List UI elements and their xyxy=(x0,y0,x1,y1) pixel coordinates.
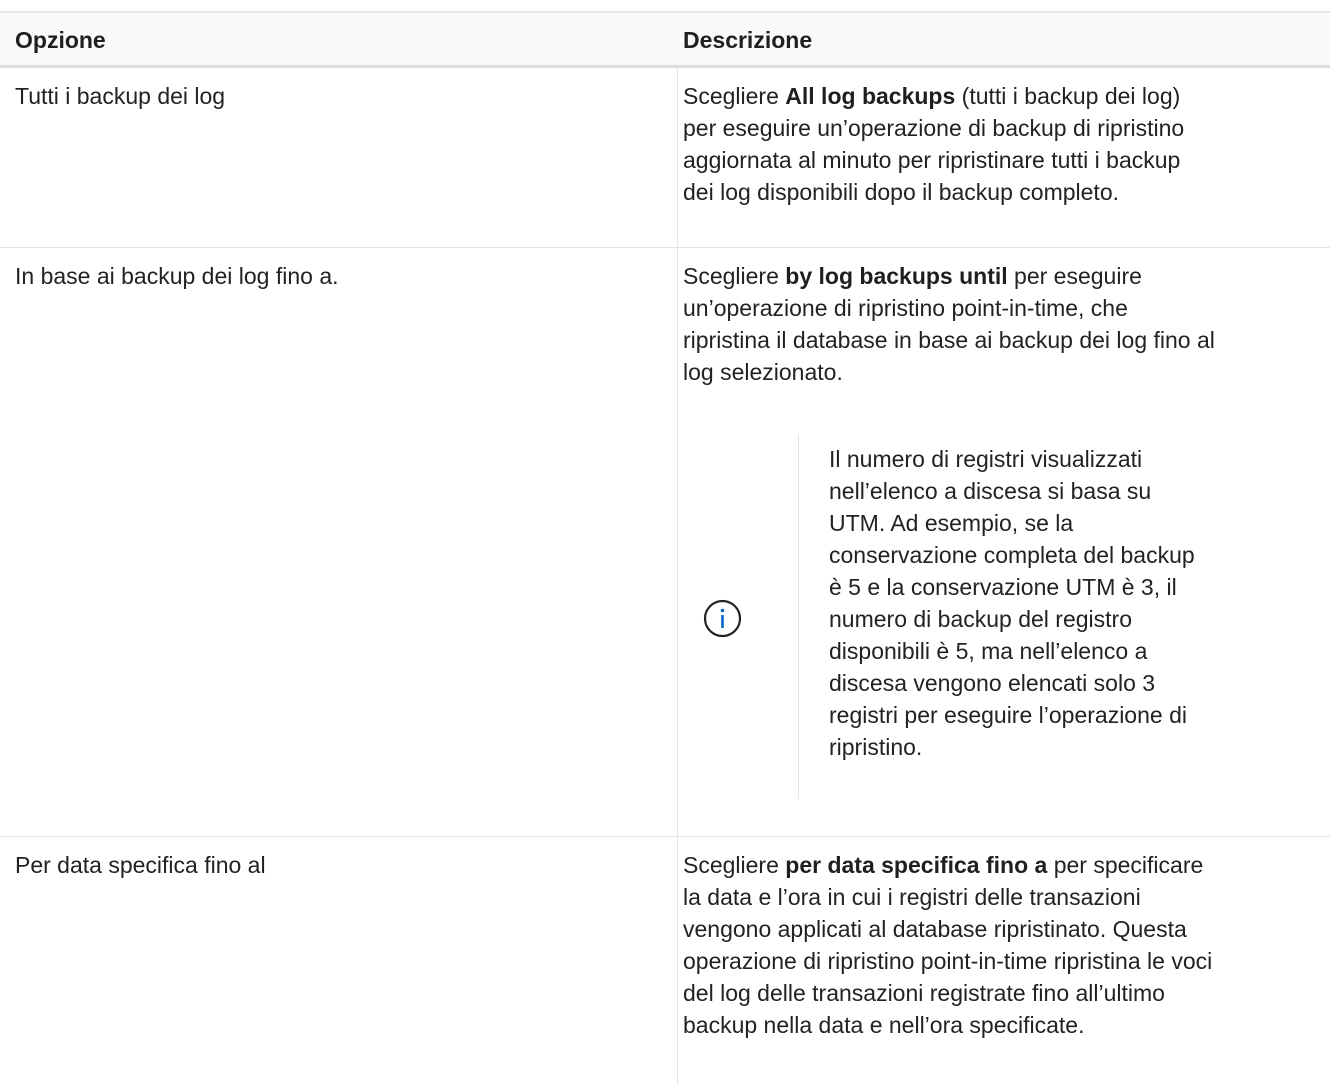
description-prefix: Scegliere xyxy=(683,263,786,289)
description-bold-term: by log backups until xyxy=(785,263,1008,289)
description-line: Scegliere by log backups until per esegu… xyxy=(683,260,1330,292)
description-cell: Scegliere per data specifica fino a per … xyxy=(677,837,1330,1085)
description-line: Scegliere per data specifica fino a per … xyxy=(683,849,1330,881)
note-line: conservazione completa del backup xyxy=(829,542,1195,568)
description-prefix: Scegliere xyxy=(683,852,786,878)
info-circle-icon xyxy=(703,599,742,638)
description-line: aggiornata al minuto per ripristinare tu… xyxy=(683,147,1181,173)
table-row: In base ai backup dei log fino a. Scegli… xyxy=(0,248,1330,837)
note-line: è 5 e la conservazione UTM è 3, il xyxy=(829,574,1177,600)
note-line: nell’elenco a discesa si basa su xyxy=(829,478,1152,504)
description-line: operazione di ripristino point-in-time r… xyxy=(683,948,1213,974)
description-line: per eseguire un’operazione di backup di … xyxy=(683,115,1185,141)
note-line: disponibili è 5, ma nell’elenco a xyxy=(829,638,1148,664)
table-row: Per data specifica fino al Scegliere per… xyxy=(0,837,1330,1085)
option-cell: Tutti i backup dei log xyxy=(15,83,226,109)
description-line: ripristina il database in base ai backup… xyxy=(683,327,1215,353)
note-line: registri per eseguire l’operazione di xyxy=(829,702,1187,728)
description-line-rest: (tutti i backup dei log) xyxy=(955,83,1181,109)
description-line: la data e l’ora in cui i registri delle … xyxy=(683,884,1141,910)
option-cell: In base ai backup dei log fino a. xyxy=(15,263,339,289)
description-cell: Scegliere by log backups until per esegu… xyxy=(677,248,1330,836)
description-line: backup nella data e nell’ora specificate… xyxy=(683,1012,1085,1038)
description-line: vengono applicati al database ripristina… xyxy=(683,916,1187,942)
description-bold-term: All log backups xyxy=(785,83,956,109)
note-line: Il numero di registri visualizzati xyxy=(829,446,1143,472)
table-header-row: Opzione Descrizione xyxy=(0,11,1330,68)
note-line: UTM. Ad esempio, se la xyxy=(829,510,1074,536)
note-line: numero di backup del registro xyxy=(829,606,1132,632)
note-line: discesa vengono elencati solo 3 xyxy=(829,670,1156,696)
description-line: del log delle transazioni registrate fin… xyxy=(683,980,1165,1006)
description-bold-term: per data specifica fino a xyxy=(785,852,1048,878)
note-line: ripristino. xyxy=(829,734,923,760)
option-cell: Per data specifica fino al xyxy=(15,852,266,878)
table-row: Tutti i backup dei log Scegliere All log… xyxy=(0,68,1330,248)
header-description: Descrizione xyxy=(677,13,1330,65)
description-line-rest: per eseguire xyxy=(1007,263,1142,289)
description-line: log selezionato. xyxy=(683,359,843,385)
description-line: Scegliere All log backups (tutti i backu… xyxy=(683,80,1330,112)
description-line: un’operazione di ripristino point-in-tim… xyxy=(683,295,1128,321)
description-line-rest: per specificare xyxy=(1047,852,1204,878)
description-line: dei log disponibili dopo il backup compl… xyxy=(683,179,1120,205)
header-option: Opzione xyxy=(15,27,106,53)
info-note: Il numero di registri visualizzati nell’… xyxy=(678,434,1330,814)
description-cell: Scegliere All log backups (tutti i backu… xyxy=(677,68,1330,247)
note-text: Il numero di registri visualizzati nell’… xyxy=(829,443,1299,763)
note-divider xyxy=(798,434,799,799)
description-prefix: Scegliere xyxy=(683,83,786,109)
